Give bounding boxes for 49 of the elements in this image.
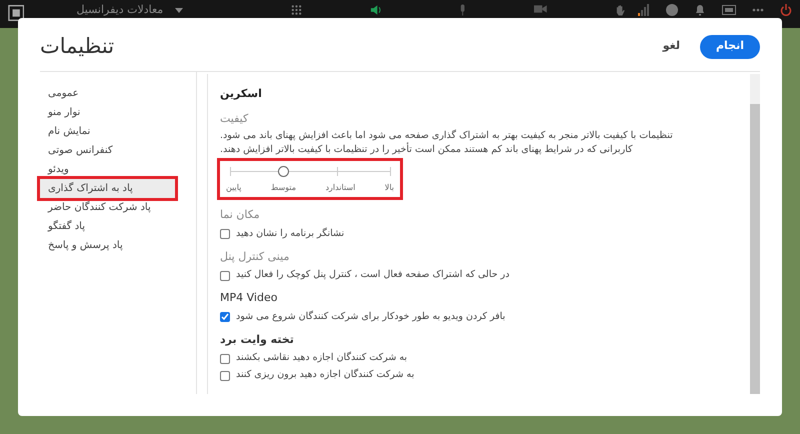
more-icon[interactable]: [752, 8, 764, 12]
checkbox-label: به شرکت کنندگان اجازه دهید نقاشی بکشند: [236, 351, 408, 366]
slider-thumb[interactable]: [278, 166, 290, 177]
section-title: تخته وایت برد: [220, 332, 295, 348]
sidebar-item[interactable]: نوار منو: [40, 103, 186, 122]
scrollbar[interactable]: [750, 74, 760, 394]
camera-icon[interactable]: [534, 4, 548, 14]
power-icon[interactable]: [780, 4, 792, 16]
section-title: MP4 Video: [220, 290, 278, 306]
dialog-title: تنظیمات: [40, 32, 114, 60]
sidebar-item[interactable]: نمایش نام: [40, 122, 186, 141]
description-text: تنظیمات با کیفیت بالاتر منجر به کیفیت بهتر به اشتراک گذاری صفحه می شود اما باعث افزایش پهنای باند می شود.: [220, 129, 674, 142]
bell-icon[interactable]: [694, 4, 706, 16]
quality-slider[interactable]: [230, 166, 390, 178]
sidebar-item[interactable]: پاد گفتگو: [40, 217, 186, 236]
microphone-icon[interactable]: [458, 4, 466, 16]
hand-icon[interactable]: [615, 4, 626, 16]
checkbox-label: بافر کردن ویدیو به طور خودکار برای شرکت کنندگان شروع می شود: [236, 310, 506, 324]
slider-label: متوسط: [270, 182, 296, 194]
cancel-button[interactable]: لغو: [662, 38, 680, 55]
checkbox[interactable]: [220, 270, 230, 280]
meeting-title-dropdown[interactable]: معادلات دیفرانسیل: [76, 4, 184, 16]
checkbox-label: نشانگر برنامه را نشان دهید: [236, 226, 344, 241]
description-text: کاربرانی که در شرایط پهنای باند کم هستند ممکن است تأخیر را در تنظیمات با کیفیت بالاتر افزایش دهند.: [220, 143, 634, 157]
caret-icon: [175, 8, 184, 12]
checkbox-label: در حالی که اشتراک صفحه فعال است ، کنترل پنل کوچک را فعال کنید: [236, 268, 510, 282]
section-title: کیفیت: [220, 110, 250, 126]
signal-icon: [638, 4, 650, 16]
checkbox[interactable]: [220, 229, 230, 239]
layout-icon[interactable]: [8, 4, 24, 22]
slider-label: پایین: [226, 182, 242, 194]
section-title: مینی کنترل پنل: [220, 248, 290, 265]
screen-icon[interactable]: [722, 5, 736, 15]
sidebar-item[interactable]: کنفرانس صوتی: [40, 141, 186, 160]
checkbox[interactable]: [220, 354, 230, 364]
slider-label: استاندارد: [325, 182, 356, 194]
done-button[interactable]: انجام: [700, 34, 760, 58]
section-heading: اسکرین: [220, 86, 263, 102]
sidebar-item[interactable]: پاد شرکت کنندگان حاضر: [40, 198, 186, 217]
speaker-icon[interactable]: [370, 4, 383, 16]
section-title: مکان نما: [220, 207, 261, 223]
sidebar-item[interactable]: پاد پرسش و پاسخ: [40, 236, 186, 255]
sidebar-item[interactable]: ویدئو: [40, 160, 186, 179]
grid-icon[interactable]: [291, 4, 302, 16]
checkbox[interactable]: [220, 370, 230, 380]
checkbox-label: به شرکت کنندگان اجازه دهید برون ریزی کنند: [236, 368, 414, 382]
sidebar-item[interactable]: پاد به اشتراک گذاری: [40, 179, 175, 198]
sidebar-item[interactable]: عمومی: [40, 84, 186, 103]
slider-label: بالا: [384, 182, 394, 194]
